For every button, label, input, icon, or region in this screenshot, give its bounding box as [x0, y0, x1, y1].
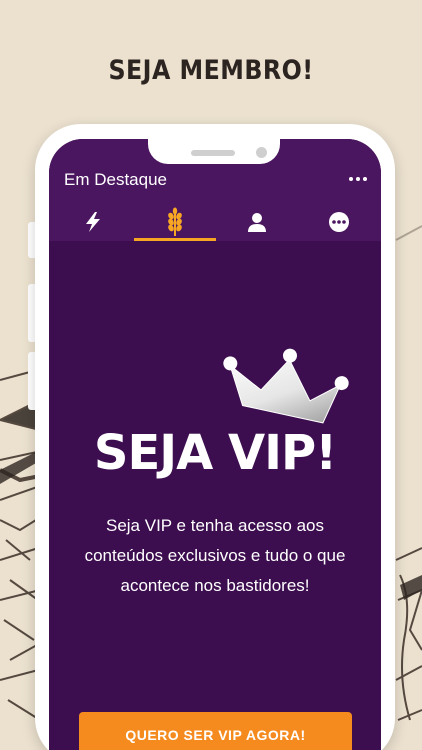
active-tab-indicator	[134, 238, 216, 241]
crown-icon	[223, 348, 349, 424]
vip-title: SEJA VIP!	[93, 425, 337, 481]
vip-description: Seja VIP e tenha acesso aos conteúdos ex…	[84, 516, 346, 595]
become-vip-button[interactable]: QUERO SER VIP AGORA!	[79, 712, 352, 750]
more-circle-icon	[329, 212, 349, 232]
more-options-icon[interactable]	[349, 177, 367, 181]
front-camera	[256, 147, 267, 158]
lightning-icon	[86, 212, 100, 232]
user-icon	[248, 213, 266, 232]
wheat-icon	[168, 207, 182, 236]
phone-notch	[148, 124, 280, 164]
tab-highlights[interactable]	[71, 205, 115, 239]
tab-more[interactable]	[317, 205, 361, 239]
tab-feed[interactable]	[153, 205, 197, 239]
app-screen: Em Destaque SEJA VIP! Seja VIP e tenha a…	[49, 139, 381, 750]
speaker-grille	[191, 150, 235, 156]
tab-profile[interactable]	[235, 205, 279, 239]
promo-headline: SEJA MEMBRO!	[108, 55, 314, 86]
page-title: Em Destaque	[64, 170, 167, 189]
